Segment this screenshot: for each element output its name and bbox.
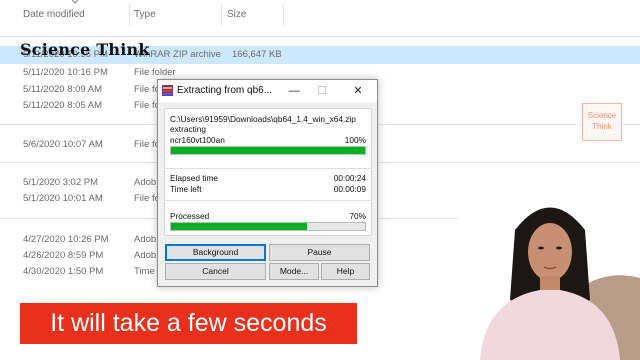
logo-text: Think [592, 122, 612, 131]
processed-progress-fill [171, 223, 307, 230]
row-date: 5/1/2020 3:02 PM [23, 177, 98, 188]
column-divider[interactable] [129, 4, 130, 26]
cancel-button[interactable]: Cancel [165, 263, 266, 280]
row-date: 4/26/2020 8:59 PM [23, 250, 104, 261]
row-type: File fo [134, 100, 160, 111]
channel-watermark: Science Think [20, 40, 150, 59]
divider [165, 168, 371, 169]
current-file: ncr160vt100an [170, 135, 225, 145]
time-left-value: 00:00:09 [333, 184, 366, 194]
column-date-modified[interactable]: Date modified [23, 9, 85, 20]
extraction-dialog: Extracting from qb6... — ☐ ✕ C:\Users\91… [157, 79, 378, 287]
column-divider[interactable] [283, 4, 284, 26]
sort-down-icon [72, 0, 78, 4]
elapsed-value: 00:00:24 [333, 173, 366, 183]
processed-label: Processed [170, 211, 210, 221]
row-date: 5/11/2020 10:16 PM [23, 67, 108, 78]
column-header-bar: Date modified Type Size [0, 0, 640, 30]
dialog-title: Extracting from qb6... [177, 85, 273, 96]
column-divider[interactable] [221, 4, 222, 26]
presenter-webcam [460, 190, 640, 360]
dialog-titlebar[interactable]: Extracting from qb6... — ☐ ✕ [158, 80, 377, 102]
file-percent: 100% [344, 135, 366, 145]
subtitle-caption: It will take a few seconds [20, 303, 357, 344]
pause-button[interactable]: Pause [269, 244, 370, 261]
row-type: File fo [134, 193, 160, 204]
processed-percent: 70% [349, 211, 366, 221]
row-type: Adob [134, 177, 157, 188]
row-type: File fo [134, 139, 160, 150]
row-date: 5/11/2020 8:05 AM [23, 100, 103, 111]
status-text: extracting [170, 124, 206, 134]
progress-panel: C:\Users\91959\Downloads\qb64_1.4_win_x6… [164, 108, 372, 236]
logo-text: Science [587, 111, 617, 120]
file-progress-fill [171, 147, 365, 154]
elapsed-label: Elapsed time [170, 173, 218, 183]
column-type[interactable]: Type [134, 9, 156, 20]
row-date: 5/11/2020 8:09 AM [23, 84, 103, 95]
archive-path: C:\Users\91959\Downloads\qb64_1.4_win_x6… [170, 114, 356, 124]
group-divider [0, 36, 640, 37]
row-date: 4/27/2020 10:26 PM [23, 234, 109, 245]
row-date: 4/30/2020 1:50 PM [23, 266, 104, 277]
file-progress-bar [170, 146, 366, 155]
row-type: Adob [134, 234, 157, 245]
row-type: File folder [134, 67, 176, 78]
close-button[interactable]: ✕ [349, 83, 367, 99]
time-left-label: Time left [170, 184, 202, 194]
background-button[interactable]: Background [165, 244, 266, 261]
channel-logo: Science Think [582, 103, 622, 141]
processed-progress-bar [170, 222, 366, 231]
row-type: Adob [134, 250, 157, 261]
minimize-button[interactable]: — [285, 83, 303, 99]
row-date: 5/6/2020 10:07 AM [23, 139, 103, 150]
row-type: File fo [134, 84, 160, 95]
winrar-icon [162, 85, 173, 96]
help-button[interactable]: Help [321, 263, 370, 280]
mode-button[interactable]: Mode... [269, 263, 319, 280]
maximize-button[interactable]: ☐ [313, 83, 331, 99]
divider [165, 200, 371, 201]
row-size: 166,647 KB [232, 49, 282, 60]
column-size[interactable]: Size [227, 9, 246, 20]
row-date: 5/1/2020 10:01 AM [23, 193, 103, 204]
